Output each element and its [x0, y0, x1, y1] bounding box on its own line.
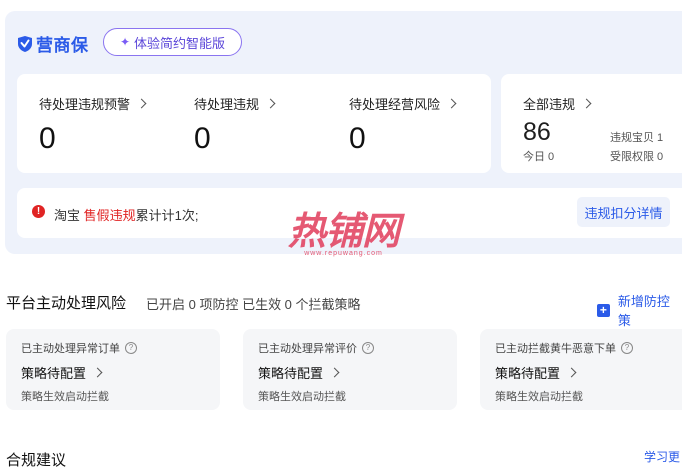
logo-text: 营商保	[36, 36, 89, 55]
metric-pending-business-risk[interactable]: 待处理经营风险 0	[349, 94, 457, 156]
help-icon[interactable]: ?	[125, 342, 137, 354]
notice-highlight: 售假违规	[83, 208, 136, 223]
notice-suffix: 累计计1次;	[135, 208, 199, 223]
policy-configure-link[interactable]: 策略待配置	[495, 363, 577, 382]
metric-value: 0	[349, 122, 366, 155]
policy-desc: 策略生效启动拦截	[495, 391, 583, 403]
policy-desc: 策略生效启动拦截	[258, 391, 346, 403]
all-violations-label: 全部违规	[523, 97, 576, 112]
alert-icon: !	[32, 205, 45, 218]
pending-metrics-card: 待处理违规预警 0 待处理违规 0 待处理经营风险 0	[17, 74, 491, 173]
today-count: 今日 0	[523, 151, 555, 163]
violation-points-detail-button[interactable]: 违规扣分详情	[577, 197, 670, 227]
compliance-title: 合规建议	[6, 452, 67, 469]
policy-label: 已主动处理异常评价	[258, 343, 357, 355]
plus-icon: +	[597, 303, 610, 317]
logo: 营商保	[16, 31, 89, 56]
metric-label: 待处理违规	[194, 97, 260, 112]
restricted-permissions-count: 受限权限 0	[610, 151, 664, 163]
learn-more-link[interactable]: 学习更	[644, 448, 680, 465]
notice-text: 淘宝 售假违规累计计1次;	[54, 205, 199, 224]
policy-configure-link[interactable]: 策略待配置	[21, 363, 103, 382]
chevron-right-icon	[136, 98, 147, 109]
chevron-right-icon	[446, 98, 457, 109]
policy-card-abnormal-reviews: 已主动处理异常评价? 策略待配置 策略生效启动拦截	[243, 329, 457, 410]
policy-status: 策略待配置	[495, 366, 561, 381]
chevron-right-icon	[581, 98, 592, 109]
chevron-right-icon	[265, 98, 276, 109]
policy-card-abnormal-orders: 已主动处理异常订单? 策略待配置 策略生效启动拦截	[6, 329, 220, 410]
help-icon[interactable]: ?	[621, 342, 633, 354]
chevron-right-icon	[566, 367, 577, 378]
add-strategy-label: 新增防控策	[617, 294, 670, 328]
policy-label: 已主动处理异常订单	[21, 343, 120, 355]
metric-label: 待处理经营风险	[349, 97, 441, 112]
risk-section-subtitle: 已开启 0 项防控 已生效 0 个拦截策略	[146, 297, 361, 312]
policy-label: 已主动拦截黄牛恶意下单	[495, 343, 616, 355]
shield-logo-icon	[18, 35, 32, 52]
help-icon[interactable]: ?	[362, 342, 374, 354]
all-violations-card: 全部违规 86 今日 0 违规宝贝 1 受限权限 0	[501, 74, 682, 173]
policy-card-scalper-orders: 已主动拦截黄牛恶意下单? 策略待配置 策略生效启动拦截	[480, 329, 682, 410]
metric-pending-warnings[interactable]: 待处理违规预警 0	[39, 94, 147, 156]
chevron-right-icon	[92, 367, 103, 378]
all-violations-link[interactable]: 全部违规	[523, 94, 592, 113]
risk-section-title: 平台主动处理风险	[6, 295, 127, 312]
metric-pending-violations[interactable]: 待处理违规 0	[194, 94, 276, 156]
smart-version-label: 体验简约智能版	[134, 35, 226, 51]
violation-items-count: 违规宝贝 1	[610, 132, 664, 144]
notice-prefix: 淘宝	[54, 208, 81, 223]
all-violations-value: 86	[523, 118, 551, 146]
chevron-right-icon	[329, 367, 340, 378]
metric-value: 0	[39, 122, 56, 155]
sparkle-icon: ✦	[119, 35, 131, 49]
policy-desc: 策略生效启动拦截	[21, 391, 109, 403]
metric-label: 待处理违规预警	[39, 97, 131, 112]
policy-configure-link[interactable]: 策略待配置	[258, 363, 340, 382]
metric-value: 0	[194, 122, 211, 155]
policy-status: 策略待配置	[21, 366, 87, 381]
add-strategy-link[interactable]: + 新增防控策	[597, 291, 682, 329]
policy-status: 策略待配置	[258, 366, 324, 381]
smart-version-button[interactable]: ✦ 体验简约智能版	[103, 28, 242, 56]
